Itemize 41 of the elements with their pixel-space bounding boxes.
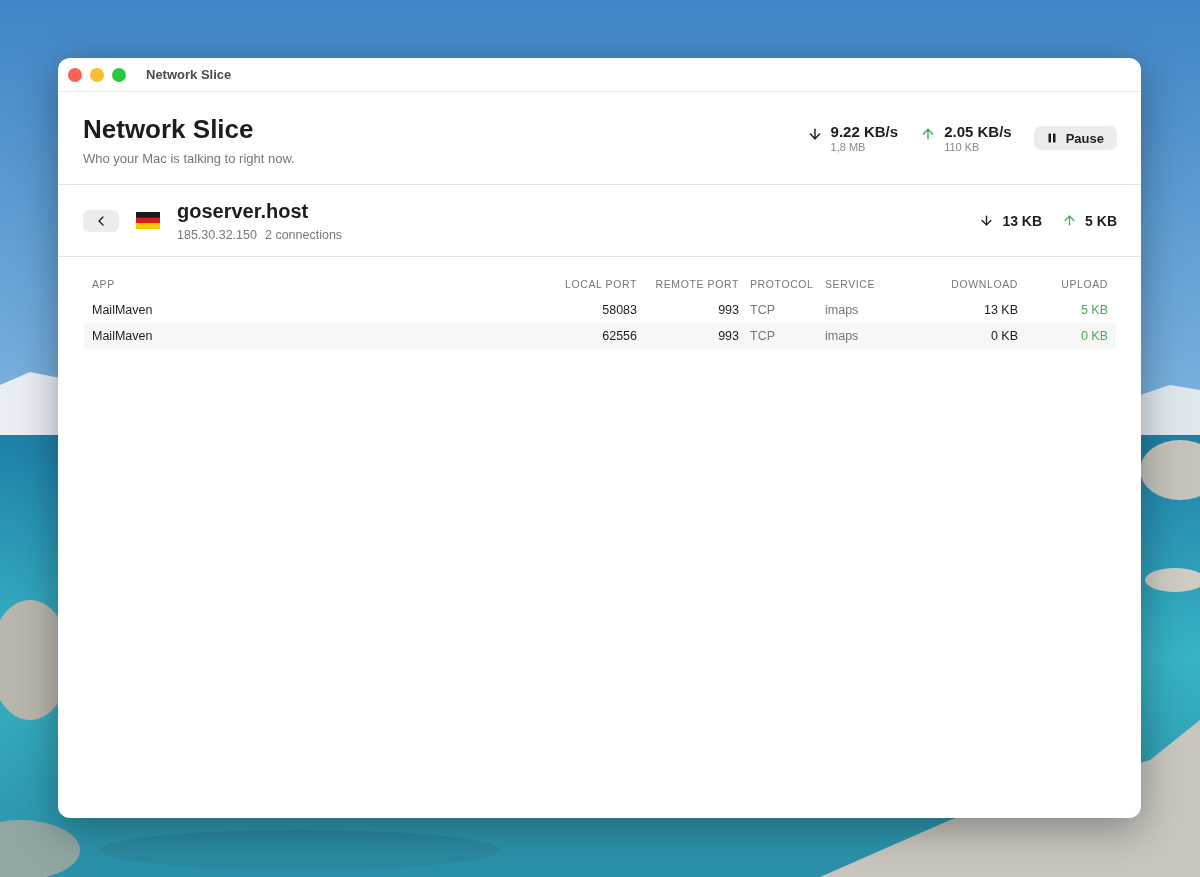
zoom-button[interactable] xyxy=(112,67,126,82)
back-button[interactable] xyxy=(83,209,119,232)
column-header[interactable]: LOCAL PORT xyxy=(565,278,637,290)
app-subtitle: Who your Mac is talking to right now. xyxy=(83,151,296,166)
connection-count: 2 connections xyxy=(264,227,343,242)
table-cell: imaps xyxy=(825,303,859,317)
window-title: Network Slice xyxy=(146,67,232,82)
table-cell: 5 KB xyxy=(1080,303,1108,317)
host-download: 13 KB xyxy=(1002,212,1043,229)
table-cell: 13 KB xyxy=(983,303,1018,317)
table-cell: 0 KB xyxy=(1080,329,1108,343)
upload-icon xyxy=(1062,213,1078,228)
table-cell: imaps xyxy=(825,329,859,343)
close-button[interactable] xyxy=(68,67,82,82)
table-cell: 58083 xyxy=(602,303,637,317)
upload-rate: 2.05 KB/s xyxy=(944,123,1012,140)
table-cell: 0 KB xyxy=(990,329,1018,343)
column-header[interactable]: APP xyxy=(92,278,115,290)
download-icon xyxy=(979,213,995,228)
pause-button[interactable]: Pause xyxy=(1033,126,1117,150)
table-cell: 993 xyxy=(718,329,739,343)
host-address: 185.30.32.150 xyxy=(177,227,257,242)
column-header[interactable]: SERVICE xyxy=(825,278,876,290)
table-cell: 993 xyxy=(718,303,739,317)
column-header[interactable]: REMOTE PORT xyxy=(655,278,739,290)
flag-icon xyxy=(136,212,160,229)
column-header[interactable]: UPLOAD xyxy=(1061,278,1108,290)
table-cell: MailMaven xyxy=(92,329,153,343)
download-rate: 9.22 KB/s xyxy=(830,123,899,140)
column-header[interactable]: PROTOCOL xyxy=(739,278,814,290)
table-cell: MailMaven xyxy=(92,303,153,317)
minimize-button[interactable] xyxy=(90,67,104,82)
download-total: 1,8 MB xyxy=(830,141,867,153)
host-name: goserver.host xyxy=(177,199,310,223)
host-upload: 5 KB xyxy=(1085,212,1117,229)
table-cell: 62556 xyxy=(602,329,637,343)
table-cell-text: TCP xyxy=(749,329,775,343)
table-cell-text: TCP xyxy=(749,303,775,317)
app-title: Network Slice xyxy=(83,114,255,145)
column-header[interactable]: DOWNLOAD xyxy=(951,278,1018,290)
upload-total: 110 KB xyxy=(944,141,981,153)
